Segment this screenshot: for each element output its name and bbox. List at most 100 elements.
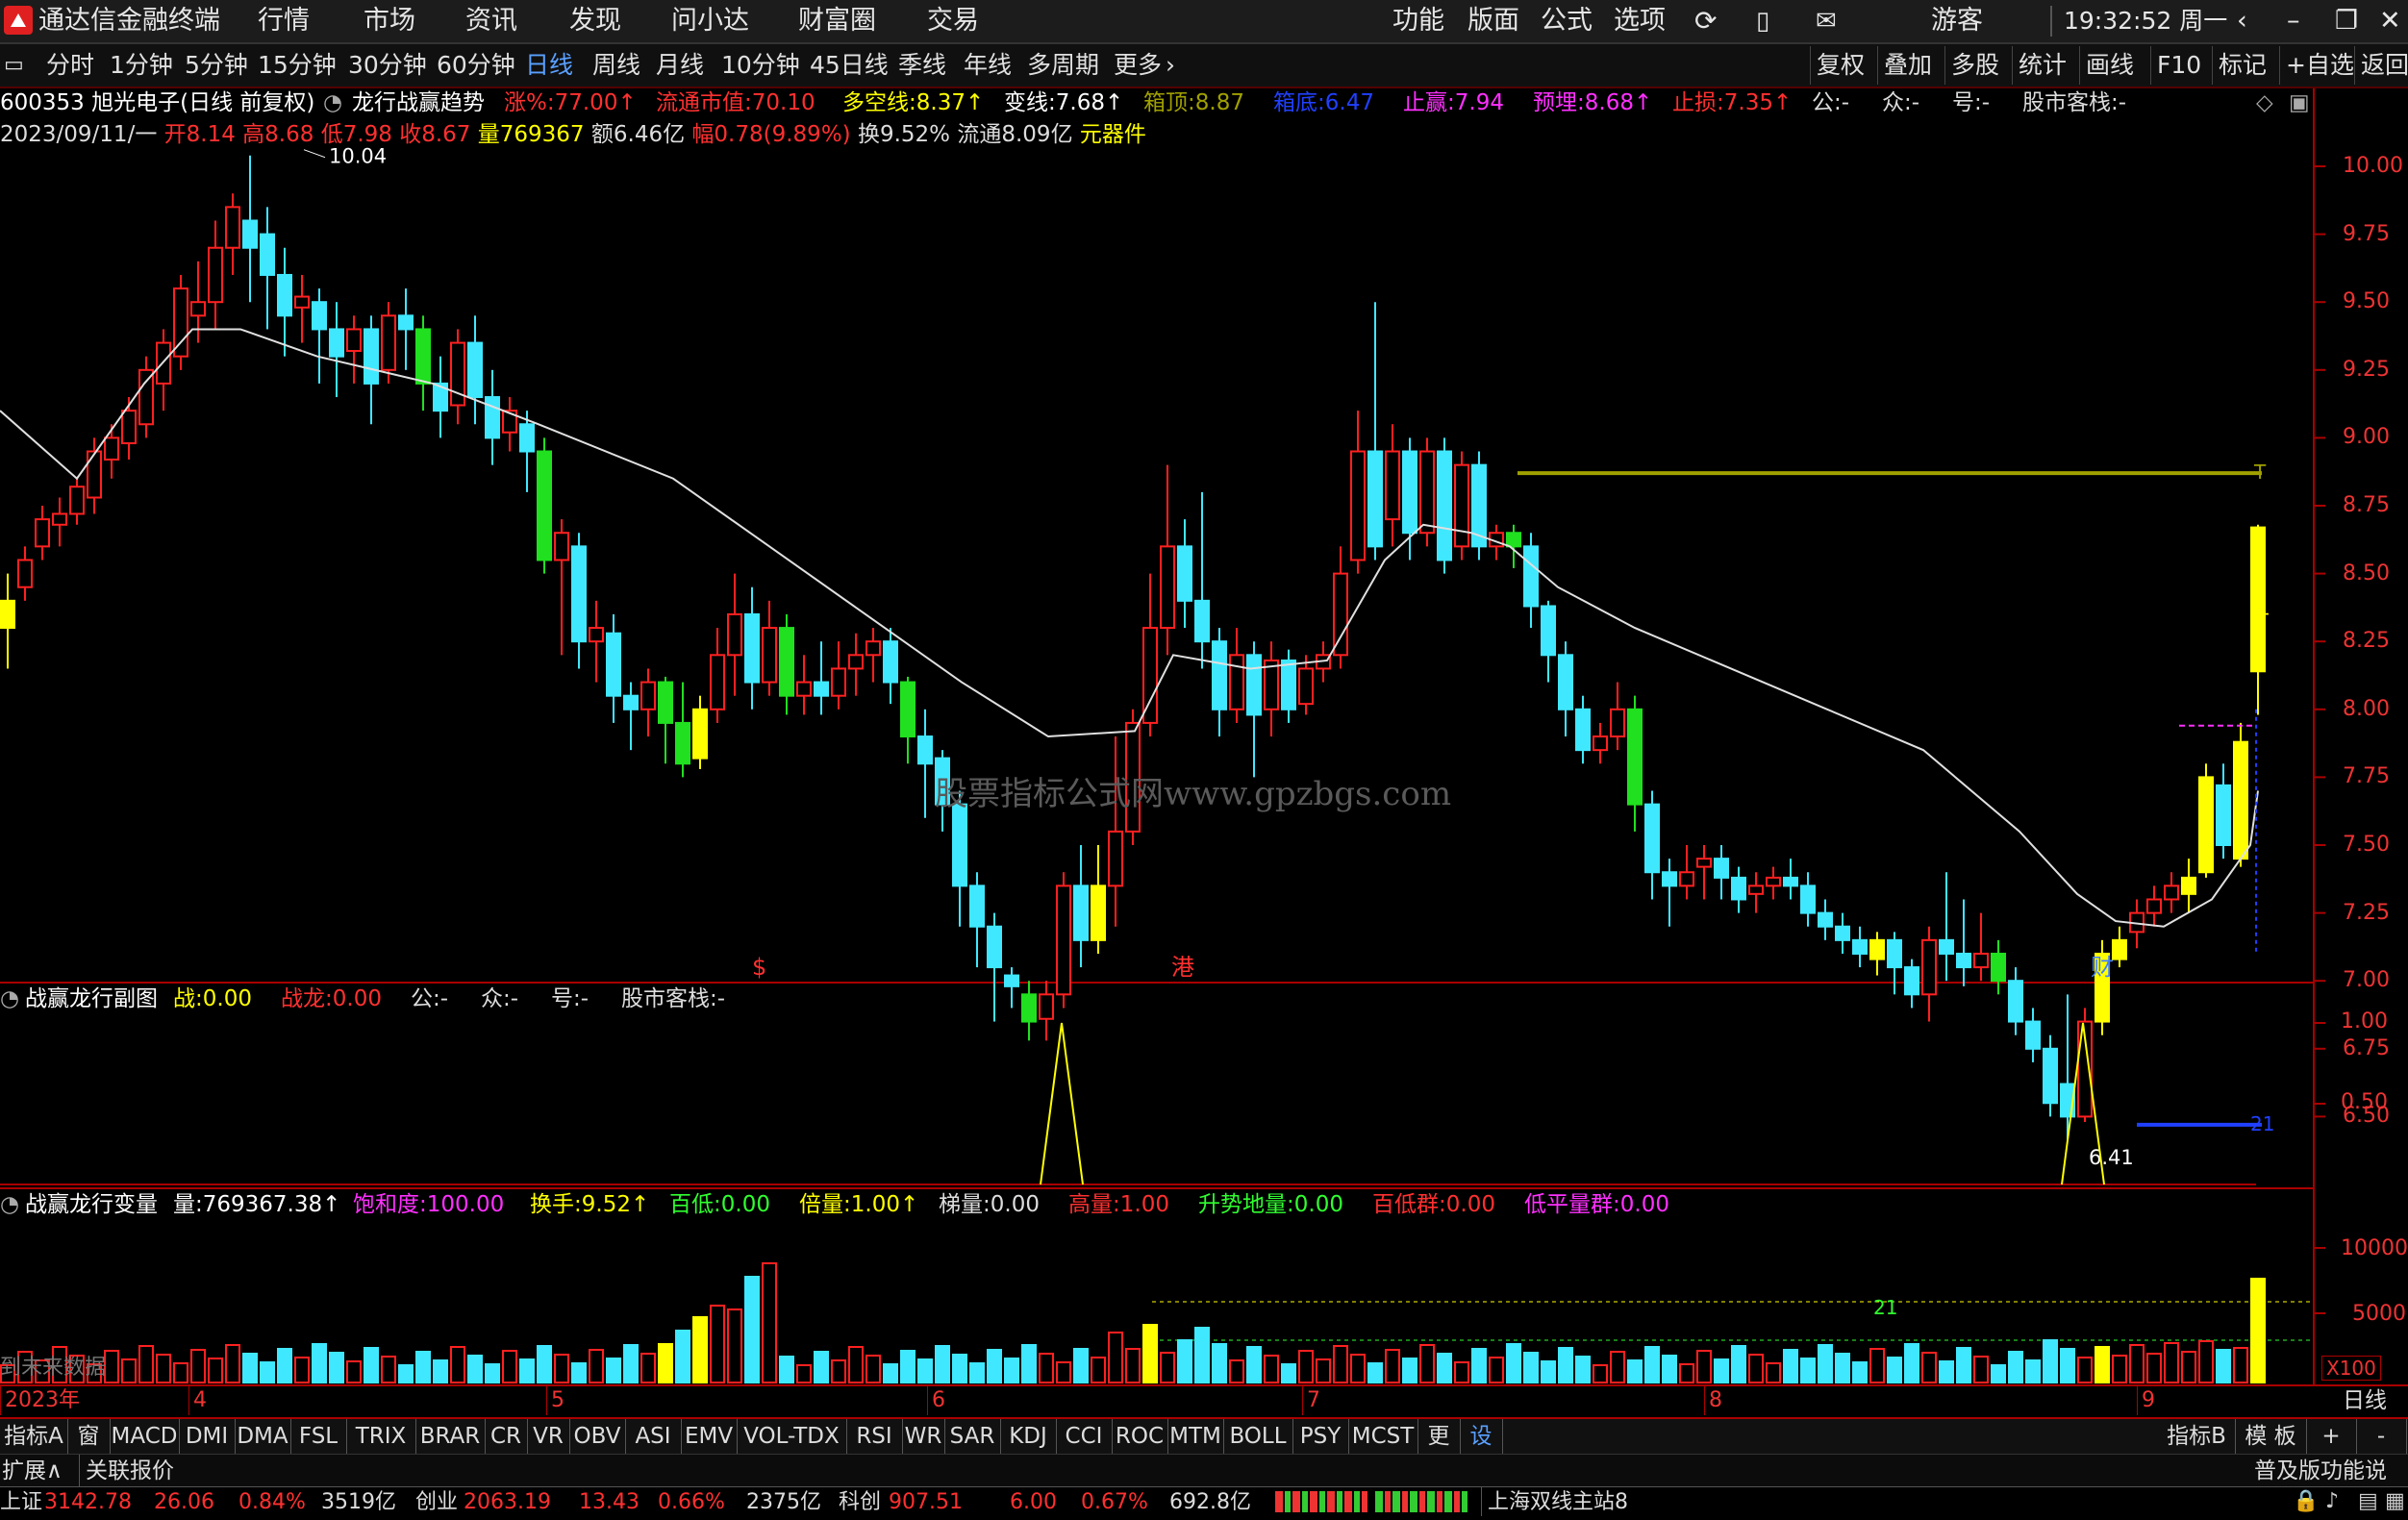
tab-emv[interactable]: EMV [681, 1419, 738, 1454]
grid-icon[interactable]: ▦ [2385, 1489, 2405, 1513]
sub2-toggle-icon[interactable]: ◔ [0, 1190, 19, 1219]
sub1-axis-05: 0.50 [2341, 1090, 2388, 1114]
tab-voltdx[interactable]: VOL-TDX [737, 1419, 847, 1454]
candle-body [640, 681, 656, 710]
candle-body [554, 532, 569, 561]
volume-bar [467, 1355, 483, 1383]
candle-body [1333, 572, 1348, 657]
volume-bar [2060, 1348, 2075, 1383]
tab-cci[interactable]: CCI [1056, 1419, 1113, 1454]
tab--24[interactable]: 设置 [1460, 1419, 1503, 1483]
candle-body [779, 627, 794, 697]
price-axis: 10.00 9.75 9.50 9.25 9.00 8.75 8.50 8.25 8.00 7.7… [2316, 0, 2408, 1128]
volume-bar [1800, 1358, 1816, 1383]
tab-mcst[interactable]: MCST [1348, 1419, 1418, 1454]
volume-bar [1281, 1363, 1296, 1383]
candle-body [1419, 450, 1435, 535]
tab-mtm[interactable]: MTM [1167, 1419, 1224, 1454]
volume-bar [2216, 1349, 2231, 1383]
tab-brar[interactable]: BRAR [415, 1419, 486, 1454]
market-breadth-icon-2 [1375, 1491, 1467, 1512]
bell-icon[interactable]: ♪ [2325, 1489, 2339, 1513]
candle-body [1108, 830, 1123, 887]
candle-body [589, 627, 604, 643]
candle-body [2112, 938, 2127, 960]
tab-indicator-a[interactable]: 指标A [0, 1419, 68, 1454]
sub1-name[interactable]: 战赢龙行副图 [25, 984, 158, 1013]
volume-bar [762, 1262, 777, 1383]
candle-body [485, 396, 500, 439]
sub2-field-6: 高量:1.00 [1068, 1192, 1169, 1217]
tab-rsi[interactable]: RSI [846, 1419, 903, 1454]
time-axis: 2023年 4 5 6 7 8 9 日线 [0, 1384, 2408, 1417]
candle-body [727, 612, 742, 657]
sub1-field-1: 战龙:0.00 [281, 986, 382, 1011]
candle-body [1402, 450, 1417, 535]
cy-label[interactable]: 创业 [415, 1487, 458, 1516]
lock-icon[interactable]: 🔒 [2293, 1489, 2319, 1513]
candle-body [1869, 938, 1885, 960]
tab-fsl[interactable]: FSL [290, 1419, 347, 1454]
tab-kdj[interactable]: KDJ [1000, 1419, 1057, 1454]
candle-body [1679, 871, 1694, 887]
volume-bar [554, 1354, 569, 1383]
tab-sar[interactable]: SAR [944, 1419, 1001, 1454]
tab-wr[interactable]: WR [902, 1419, 945, 1454]
settings-icon[interactable]: ▤ [2358, 1489, 2378, 1513]
sh-label[interactable]: 上证 [0, 1487, 42, 1516]
volume-bar [2233, 1347, 2248, 1383]
server-name[interactable]: 上海双线主站8 [1481, 1487, 1628, 1516]
tab-boll[interactable]: BOLL [1223, 1419, 1293, 1454]
candle-body [346, 328, 362, 353]
ma-line [0, 328, 2259, 928]
sub2-name[interactable]: 战赢龙行变量 [25, 1190, 158, 1219]
volume-bar [606, 1358, 621, 1383]
tab-zoom-in[interactable]: + [2306, 1419, 2357, 1454]
tab-psy[interactable]: PSY [1292, 1419, 1349, 1454]
tab-trix[interactable]: TRIX [346, 1419, 416, 1454]
tab-indicator-b[interactable]: 指标B [2158, 1419, 2236, 1454]
tab-zoom-out[interactable]: - [2356, 1419, 2407, 1454]
candle-body [571, 545, 587, 643]
candle-body [710, 654, 725, 710]
volume-bar [2181, 1351, 2196, 1383]
candle-body [1696, 858, 1712, 868]
candle-body [1177, 545, 1192, 602]
candle-body [1991, 952, 2006, 983]
candle-body [675, 721, 690, 765]
tab-cr[interactable]: CR [485, 1419, 528, 1454]
sub1-field-5: 股市客栈:- [621, 986, 726, 1011]
volume-bar [2198, 1340, 2214, 1383]
sub1-signal-peak-0 [1040, 1022, 1084, 1185]
kc-label[interactable]: 科创 [839, 1487, 881, 1516]
tab-dma[interactable]: DMA [235, 1419, 291, 1454]
tab-obv[interactable]: OBV [569, 1419, 626, 1454]
volume-bar [1091, 1357, 1106, 1383]
volume-bar [831, 1359, 846, 1383]
candle-body [952, 803, 967, 887]
event-marker-2: 财 [2091, 954, 2114, 981]
sh-pct: 0.84% [238, 1490, 306, 1514]
tab-template[interactable]: 模 板 [2235, 1419, 2307, 1454]
candle-body [623, 694, 639, 710]
tab-roc[interactable]: ROC [1112, 1419, 1168, 1454]
tab-macd[interactable]: MACD [110, 1419, 180, 1454]
tab-asi[interactable]: ASI [625, 1419, 682, 1454]
volume-bar [1610, 1351, 1625, 1383]
sub2-field-7: 升势地量:0.00 [1198, 1192, 1343, 1217]
volume-bar [485, 1363, 500, 1383]
candle-body [1921, 938, 1937, 996]
volume-bar [1437, 1353, 1452, 1383]
tab--0[interactable]: 窗口 [67, 1419, 111, 1483]
expand-button[interactable]: 扩展∧ [2, 1455, 63, 1487]
sub1-toggle-icon[interactable]: ◔ [0, 984, 19, 1013]
candle-body [1558, 654, 1573, 710]
box-bottom-label: 21 [2250, 1112, 2274, 1135]
candle-body [883, 640, 898, 684]
candle-body [138, 368, 154, 426]
tab--23[interactable]: 更多 [1417, 1419, 1461, 1483]
volume-bar [1696, 1350, 1712, 1383]
tab-vr[interactable]: VR [527, 1419, 570, 1454]
tab-dmi[interactable]: DMI [179, 1419, 236, 1454]
related-quotes-link[interactable]: 关联报价 [79, 1455, 174, 1487]
